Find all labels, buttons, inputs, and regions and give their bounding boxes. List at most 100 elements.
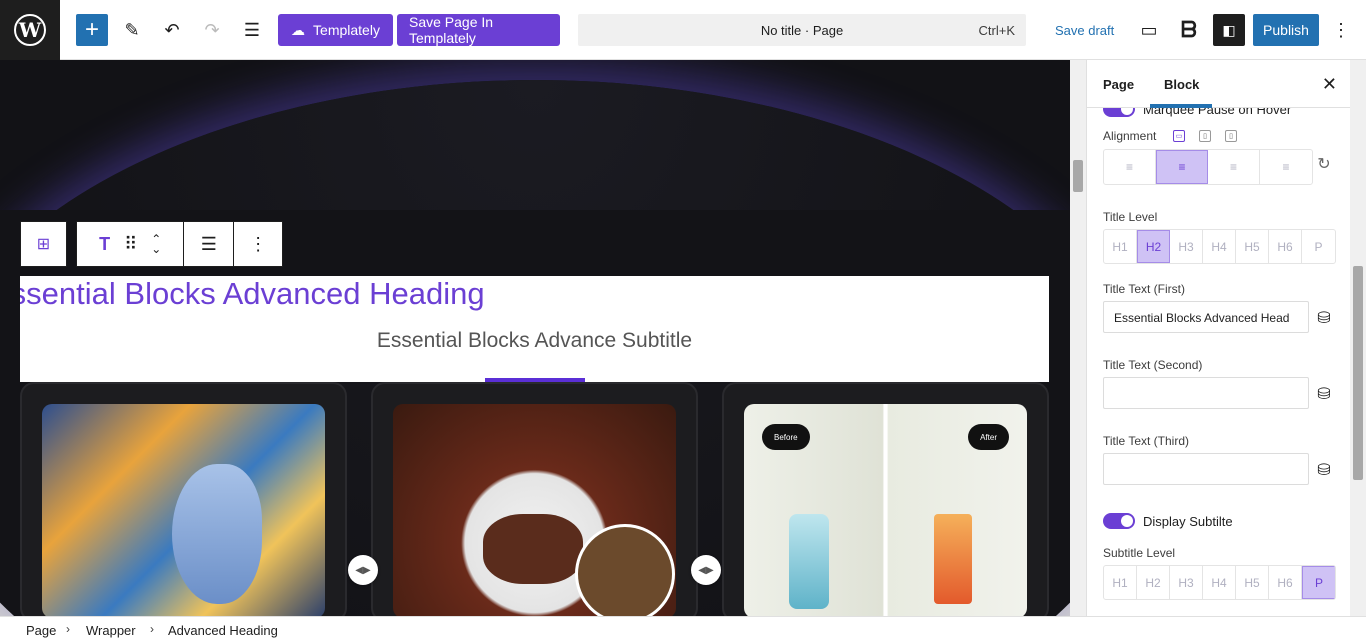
dynamic-data-icon[interactable]: ⛁	[1315, 384, 1333, 404]
sidebar-icon: ◧	[1222, 21, 1236, 38]
align-justify-button[interactable]: ≡	[1260, 150, 1312, 184]
art-portrait-image	[42, 404, 325, 616]
redo-button[interactable]: ↷	[196, 14, 228, 46]
before-after-card: Before After	[722, 382, 1049, 616]
wordpress-icon: W	[14, 14, 46, 46]
templately-icon: ☁	[291, 21, 306, 38]
align-left-button[interactable]: ≡	[1104, 150, 1156, 184]
close-icon[interactable]: ✕	[1322, 74, 1337, 95]
slider-handle[interactable]: ◀▶	[348, 555, 378, 585]
document-overview-button[interactable]: ☰	[236, 14, 268, 46]
preview-button[interactable]: ▭	[1133, 14, 1165, 46]
align-right-button[interactable]: ≡	[1208, 150, 1260, 184]
desktop-icon[interactable]: ▭	[1173, 130, 1185, 142]
subtitle-level-h2-button[interactable]: H2	[1137, 566, 1170, 599]
title-text-first-label: Title Text (First)	[1103, 282, 1186, 296]
heading-block-icon: T	[99, 233, 111, 254]
steak-dish-image	[393, 404, 676, 616]
parent-block-selector[interactable]: ⊞	[20, 221, 67, 267]
save-in-templately-label: Save Page In Templately	[409, 14, 494, 46]
mobile-icon[interactable]: ▯	[1225, 130, 1237, 142]
advanced-heading-block[interactable]: Essential Blocks Advanced Heading Essent…	[20, 276, 1049, 382]
undo-button[interactable]: ↶	[156, 14, 188, 46]
scrollbar-thumb[interactable]	[1073, 160, 1083, 192]
essential-blocks-button[interactable]: ᗷ	[1173, 14, 1205, 46]
tools-button[interactable]: ✎	[116, 14, 148, 46]
subtitle-level-h1-button[interactable]: H1	[1104, 566, 1137, 599]
title-level-h5-button[interactable]: H5	[1236, 230, 1269, 263]
canvas-scrollbar[interactable]	[1070, 60, 1086, 616]
breadcrumb-page[interactable]: Page	[26, 623, 56, 638]
settings-sidebar-toggle[interactable]: ◧	[1213, 14, 1245, 46]
drag-handle-icon[interactable]: ⠿	[124, 234, 137, 255]
title-level-control: H1 H2 H3 H4 H5 H6 P	[1103, 229, 1336, 264]
sidebar-scrollbar[interactable]	[1350, 60, 1366, 616]
subtitle-level-h6-button[interactable]: H6	[1269, 566, 1302, 599]
wordpress-logo-button[interactable]: W	[0, 0, 60, 60]
command-palette-bar[interactable]: No title · Page Ctrl+K	[578, 14, 1026, 46]
block-type-switcher[interactable]: T ⠿ ⌃ ⌄	[77, 222, 185, 266]
pencil-icon: ✎	[124, 19, 140, 40]
move-up-down-icon[interactable]: ⌃ ⌄	[151, 233, 161, 255]
heading-subtitle[interactable]: Essential Blocks Advance Subtitle	[20, 329, 1049, 353]
templately-button[interactable]: ☁ Templately	[278, 14, 393, 46]
subtitle-level-h4-button[interactable]: H4	[1203, 566, 1236, 599]
title-level-h2-button[interactable]: H2	[1137, 230, 1170, 263]
templately-label: Templately	[313, 22, 380, 38]
subtitle-level-control: H1 H2 H3 H4 H5 H6 P	[1103, 565, 1336, 600]
subtitle-level-h3-button[interactable]: H3	[1170, 566, 1203, 599]
breadcrumb-advanced-heading[interactable]: Advanced Heading	[168, 623, 278, 638]
settings-sidebar: Page Block ✕ Marquee Pause on Hover Alig…	[1086, 60, 1350, 616]
chevron-right-icon: ›	[150, 622, 154, 636]
block-breadcrumb: Page › Wrapper › Advanced Heading	[0, 616, 1366, 641]
undo-icon: ↶	[164, 19, 180, 40]
publish-button[interactable]: Publish	[1253, 14, 1319, 46]
align-center-button[interactable]: ≡	[1156, 150, 1208, 184]
heading-title[interactable]: Essential Blocks Advanced Heading	[20, 276, 485, 312]
breadcrumb-wrapper[interactable]: Wrapper	[86, 623, 136, 638]
subtitle-level-p-button[interactable]: P	[1302, 566, 1335, 599]
title-level-h1-button[interactable]: H1	[1104, 230, 1137, 263]
slider-handle[interactable]: ◀▶	[691, 555, 721, 585]
align-center-icon: ≡	[1178, 160, 1186, 174]
subtitle-level-label: Subtitle Level	[1103, 546, 1176, 560]
steak-shape	[483, 514, 583, 584]
align-left-icon: ≡	[1125, 160, 1133, 174]
dynamic-data-icon[interactable]: ⛁	[1315, 460, 1333, 480]
after-label: After	[968, 424, 1009, 450]
tab-block[interactable]: Block	[1164, 77, 1199, 92]
save-in-templately-button[interactable]: Save Page In Templately	[397, 14, 560, 46]
block-toolbar: T ⠿ ⌃ ⌄ ☰ ⋮	[76, 221, 283, 267]
chevron-right-icon: ›	[66, 622, 70, 636]
block-options-button[interactable]: ⋮	[234, 222, 282, 266]
editor-canvas[interactable]: ⊞ T ⠿ ⌃ ⌄ ☰ ⋮ Essential Blocks Advanced H…	[0, 60, 1070, 616]
scrollbar-thumb[interactable]	[1353, 266, 1363, 480]
reset-icon[interactable]: ↻	[1315, 154, 1333, 174]
title-text-third-input[interactable]	[1103, 453, 1309, 485]
title-text-first-input[interactable]: Essential Blocks Advanced Head	[1103, 301, 1309, 333]
add-block-button[interactable]: +	[76, 14, 108, 46]
title-level-h6-button[interactable]: H6	[1269, 230, 1302, 263]
document-title: No title · Page	[760, 23, 844, 38]
title-text-second-input[interactable]	[1103, 377, 1309, 409]
dynamic-data-icon[interactable]: ⛁	[1315, 308, 1333, 328]
title-level-p-button[interactable]: P	[1302, 230, 1335, 263]
tab-page[interactable]: Page	[1103, 77, 1134, 92]
before-after-image[interactable]: Before After	[744, 404, 1027, 616]
subtitle-level-h5-button[interactable]: H5	[1236, 566, 1269, 599]
title-level-h3-button[interactable]: H3	[1170, 230, 1203, 263]
gallery-card	[371, 382, 698, 616]
title-level-h4-button[interactable]: H4	[1203, 230, 1236, 263]
list-view-icon: ☰	[243, 19, 261, 40]
essential-blocks-icon: ᗷ	[1181, 17, 1197, 42]
display-subtitle-toggle[interactable]	[1103, 513, 1135, 529]
tablet-icon[interactable]: ▯	[1199, 130, 1211, 142]
align-button[interactable]: ☰	[184, 222, 235, 266]
align-justify-icon: ≡	[1282, 160, 1290, 174]
plus-icon: +	[84, 16, 99, 43]
redo-icon: ↷	[204, 19, 220, 40]
title-text-second-label: Title Text (Second)	[1103, 358, 1203, 372]
options-button[interactable]: ⋮	[1326, 14, 1356, 46]
save-draft-button[interactable]: Save draft	[1055, 23, 1114, 38]
shortcut-hint: Ctrl+K	[978, 23, 1015, 38]
